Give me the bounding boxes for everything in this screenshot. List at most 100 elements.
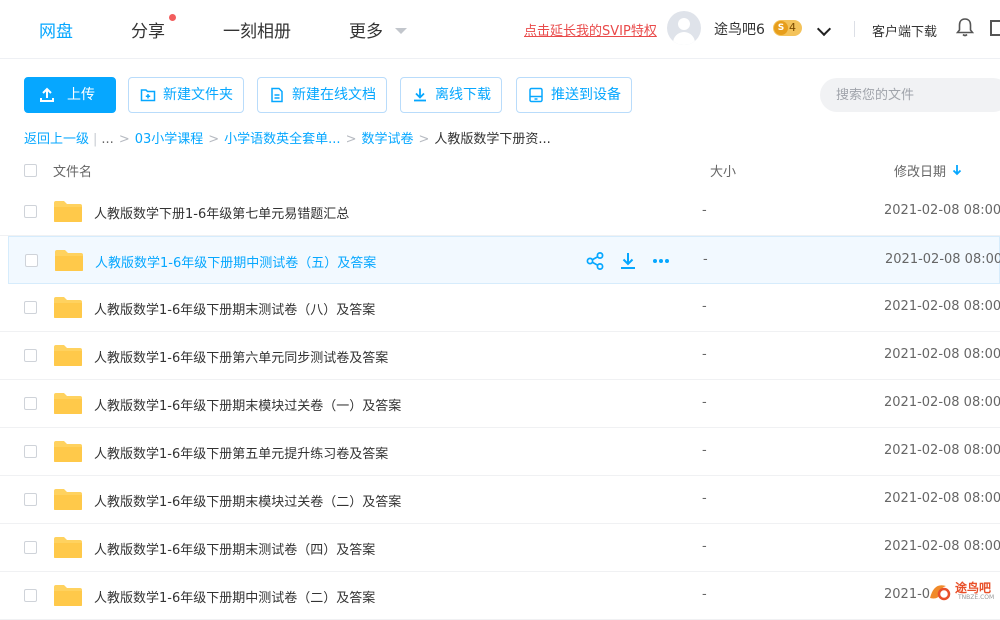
username[interactable]: 途鸟吧6 (714, 19, 765, 39)
breadcrumb: 返回上一级 |... >03小学课程 > 小学语数英全套单... > 数学试卷 > 人教版数学下… (24, 128, 551, 147)
table-row[interactable]: 人教版数学1-6年级下册第六单元同步测试卷及答案 - 2021-02-08 08… (0, 332, 1000, 380)
row-checkbox[interactable] (24, 397, 37, 410)
new-folder-button[interactable]: 新建文件夹 (128, 77, 244, 113)
header-modified-date[interactable]: 修改日期 (894, 161, 946, 180)
file-name[interactable]: 人教版数学1-6年级下册期末测试卷（四）及答案 (94, 539, 375, 558)
search-input[interactable] (820, 78, 1000, 112)
file-size: - (702, 587, 707, 602)
file-size: - (702, 347, 707, 362)
breadcrumb-divider: | (93, 132, 98, 147)
table-row[interactable]: 人教版数学1-6年级下册期末测试卷（八）及答案 - 2021-02-08 08:… (0, 284, 1000, 332)
table-row[interactable]: 人教版数学下册1-6年级第七单元易错题汇总 - 2021-02-08 08:00 (0, 188, 1000, 236)
file-date: 2021-02-08 08:00 (884, 203, 1000, 218)
file-size: - (702, 299, 707, 314)
row-checkbox[interactable] (24, 301, 37, 314)
file-name[interactable]: 人教版数学1-6年级下册期中测试卷（五）及答案 (95, 252, 376, 271)
folder-icon (54, 345, 82, 366)
upload-button[interactable]: 上传 (24, 77, 116, 113)
client-download-link[interactable]: 客户端下载 (872, 21, 937, 40)
select-all-checkbox[interactable] (24, 164, 37, 177)
file-size: - (702, 491, 707, 506)
table-row[interactable]: 人教版数学1-6年级下册期中测试卷（五）及答案 - 2021-02-08 08:… (8, 236, 1000, 284)
breadcrumb-item[interactable]: 03小学课程 (135, 128, 204, 147)
breadcrumb-chevron-icon: > (118, 132, 130, 147)
file-name[interactable]: 人教版数学1-6年级下册期中测试卷（二）及答案 (94, 587, 375, 606)
file-date: 2021-02-08 08:00 (884, 299, 1000, 314)
row-checkbox[interactable] (24, 349, 37, 362)
download-icon[interactable] (618, 251, 638, 271)
file-date: 2021-02-08 08:00 (884, 395, 1000, 410)
svip-coin-icon: S (774, 21, 788, 35)
row-checkbox[interactable] (24, 589, 37, 602)
folder-icon (54, 441, 82, 462)
nav-tab-more[interactable]: 更多 (349, 17, 383, 42)
nav-tab-netdisk[interactable]: 网盘 (39, 17, 73, 42)
table-row[interactable]: 人教版数学1-6年级下册期末模块过关卷（一）及答案 - 2021-02-08 0… (0, 380, 1000, 428)
breadcrumb-ellipsis[interactable]: ... (101, 132, 113, 147)
upload-icon (40, 87, 54, 102)
row-checkbox[interactable] (24, 445, 37, 458)
table-row[interactable]: 人教版数学1-6年级下册第五单元提升练习卷及答案 - 2021-02-08 08… (0, 428, 1000, 476)
folder-icon (55, 250, 83, 271)
avatar[interactable] (667, 11, 701, 45)
vip-badge: S4 (773, 20, 802, 36)
share-icon[interactable] (585, 251, 605, 271)
file-name[interactable]: 人教版数学1-6年级下册期末模块过关卷（一）及答案 (94, 395, 401, 414)
breadcrumb-current: 人教版数学下册资... (434, 132, 551, 147)
file-name[interactable]: 人教版数学下册1-6年级第七单元易错题汇总 (94, 203, 349, 222)
notification-dot (169, 14, 176, 21)
nav-tab-share[interactable]: 分享 (131, 17, 165, 42)
bell-icon[interactable] (956, 17, 974, 37)
file-size: - (702, 443, 707, 458)
folder-icon (54, 393, 82, 414)
nav-tab-album[interactable]: 一刻相册 (223, 17, 291, 42)
file-size: - (702, 203, 707, 218)
file-size: - (702, 539, 707, 554)
folder-icon (54, 489, 82, 510)
user-menu-chevron-icon[interactable] (816, 21, 832, 37)
table-row[interactable]: 人教版数学1-6年级下册期中测试卷（二）及答案 - 2021-0 (0, 572, 1000, 620)
file-list: 人教版数学下册1-6年级第七单元易错题汇总 - 2021-02-08 08:00… (0, 188, 1000, 620)
file-name[interactable]: 人教版数学1-6年级下册第六单元同步测试卷及答案 (94, 347, 388, 366)
push-to-device-button[interactable]: 推送到设备 (516, 77, 632, 113)
folder-icon (54, 201, 82, 222)
divider (854, 21, 855, 37)
offline-download-button[interactable]: 离线下载 (400, 77, 502, 113)
row-checkbox[interactable] (25, 254, 38, 267)
file-name[interactable]: 人教版数学1-6年级下册第五单元提升练习卷及答案 (94, 443, 388, 462)
table-row[interactable]: 人教版数学1-6年级下册期末测试卷（四）及答案 - 2021-02-08 08:… (0, 524, 1000, 572)
table-row[interactable]: 人教版数学1-6年级下册期末模块过关卷（二）及答案 - 2021-02-08 0… (0, 476, 1000, 524)
document-icon (271, 87, 283, 103)
breadcrumb-item[interactable]: 数学试卷 (361, 128, 413, 147)
sort-down-icon[interactable] (952, 164, 962, 176)
file-date: 2021-02-08 08:00 (884, 443, 1000, 458)
breadcrumb-item[interactable]: 小学语数英全套单... (224, 128, 340, 147)
folder-plus-icon (140, 89, 156, 102)
more-icon[interactable] (651, 251, 671, 271)
file-date: 2021-02-08 08:00 (884, 491, 1000, 506)
file-date: 2021-0 (884, 587, 931, 602)
svip-extend-link[interactable]: 点击延长我的SVIP特权 (524, 20, 657, 39)
row-checkbox[interactable] (24, 493, 37, 506)
file-size: - (703, 252, 708, 267)
chevron-down-icon[interactable] (395, 28, 407, 34)
header-filename[interactable]: 文件名 (53, 161, 92, 180)
file-date: 2021-02-08 08:00 (885, 252, 1000, 267)
file-name[interactable]: 人教版数学1-6年级下册期末测试卷（八）及答案 (94, 299, 375, 318)
device-icon (529, 87, 543, 103)
file-date: 2021-02-08 08:00 (884, 347, 1000, 362)
file-date: 2021-02-08 08:00 (884, 539, 1000, 554)
folder-icon (54, 585, 82, 606)
breadcrumb-chevron-icon: > (208, 132, 220, 147)
app-switch-icon[interactable] (990, 20, 1000, 36)
file-size: - (702, 395, 707, 410)
download-icon (414, 88, 426, 102)
row-checkbox[interactable] (24, 205, 37, 218)
file-name[interactable]: 人教版数学1-6年级下册期末模块过关卷（二）及答案 (94, 491, 401, 510)
breadcrumb-back[interactable]: 返回上一级 (24, 128, 89, 147)
header-size[interactable]: 大小 (710, 161, 736, 180)
new-online-doc-button[interactable]: 新建在线文档 (257, 77, 387, 113)
row-checkbox[interactable] (24, 541, 37, 554)
watermark-subtext: TNBZE.COM (958, 594, 995, 601)
folder-icon (54, 537, 82, 558)
